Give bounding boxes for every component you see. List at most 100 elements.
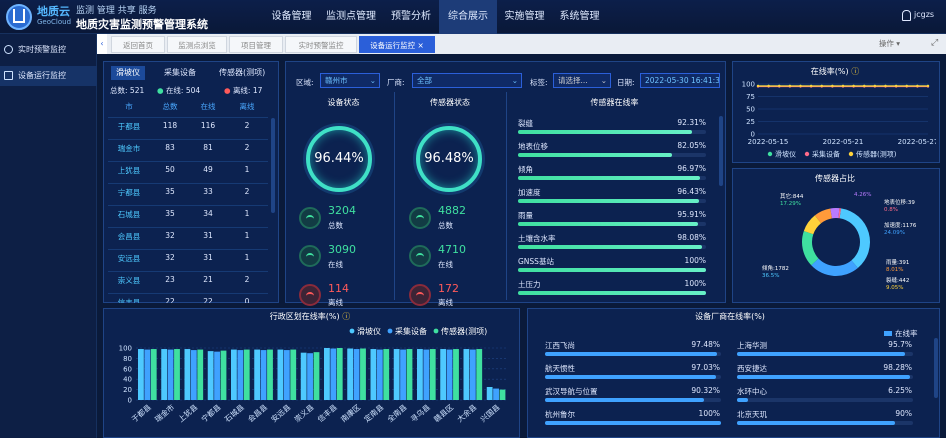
legend-marker bbox=[387, 328, 393, 334]
vendor-name: 水环中心 bbox=[737, 387, 767, 396]
x-tick-label: 定南县 bbox=[362, 402, 386, 424]
device-total-icon bbox=[299, 207, 321, 229]
bar bbox=[197, 349, 204, 400]
subtab-landslide[interactable]: 滑坡仪 bbox=[111, 66, 145, 80]
bar bbox=[360, 348, 366, 400]
subtab-sensor[interactable]: 传感器(测项) bbox=[219, 66, 265, 80]
legend-label: 传感器(测项) bbox=[856, 150, 897, 159]
device-status-pct: 96.44% bbox=[314, 151, 364, 166]
table-cell: 31 bbox=[203, 231, 213, 240]
vendor-name: 航天惯性 bbox=[545, 364, 575, 373]
table-cell: 35 bbox=[165, 209, 175, 218]
sensor-value: 96.43% bbox=[677, 187, 706, 196]
fullscreen-icon[interactable]: ⤢ bbox=[931, 38, 938, 48]
online-rate-chart: 02550751002022-05-15 2022-05-21 2022-05-27… bbox=[742, 81, 936, 159]
table-cell: 33 bbox=[203, 187, 213, 196]
vendor-select[interactable]: 全部 ⌄ bbox=[412, 73, 522, 88]
region-select[interactable]: 赣州市 ⌄ bbox=[320, 73, 380, 88]
vendor-name: 西安捷达 bbox=[737, 364, 767, 373]
sensor-value: 92.31% bbox=[677, 118, 706, 127]
sidebar-item-device-monitor[interactable]: 设备运行监控 bbox=[0, 66, 97, 86]
sensor-bar-fill bbox=[518, 130, 692, 134]
x-tick-label: 全南县 bbox=[385, 402, 409, 424]
x-tick-label: 会昌县 bbox=[245, 402, 269, 424]
sensor-bar-fill bbox=[518, 222, 699, 226]
vendor-bar-track bbox=[545, 421, 721, 425]
nav-system-management[interactable]: 系统管理 bbox=[552, 0, 607, 34]
table-cell: 2 bbox=[244, 143, 250, 152]
nav-monitor-point[interactable]: 监测点管理 bbox=[319, 0, 383, 34]
top-header: 地质云 GeoCloud 监测 管理 共享 服务 地质灾害监测预警管理系统 设备… bbox=[0, 0, 946, 34]
sensor-list-scrollbar[interactable] bbox=[719, 116, 723, 186]
sidebar-item-realtime-warning[interactable]: 实时预警监控 bbox=[0, 40, 97, 60]
x-tick-label: 大余县 bbox=[455, 402, 479, 424]
tab-home[interactable]: 返回首页 bbox=[111, 36, 165, 53]
legend-marker bbox=[349, 328, 355, 334]
sensor-total-value: 4882 bbox=[438, 204, 466, 217]
device-icon bbox=[4, 71, 13, 80]
sensor-name: 雨量 bbox=[518, 211, 533, 220]
vendor-scrollbar[interactable] bbox=[934, 338, 938, 398]
tab-ops-label: 操作 bbox=[878, 39, 894, 48]
table-cell: 116 bbox=[200, 121, 216, 130]
date-input[interactable]: 2022-05-30 16:41:35 bbox=[640, 73, 720, 88]
series-point bbox=[852, 84, 855, 88]
sensor-offline-label: 离线 bbox=[438, 298, 453, 307]
tab-realtime-warning[interactable]: 实时预警监控 bbox=[285, 36, 357, 53]
vendor-value: 100% bbox=[698, 409, 720, 418]
table-cell-county: 安远县 bbox=[117, 254, 141, 263]
district-chart: 0 20 40 60 80 100 于都县 瑞金市 上犹县 宁都县 石城县 会昌县 安远县 崇义县 信丰县南… bbox=[119, 326, 508, 424]
series-point bbox=[873, 84, 877, 88]
sensor-value: 82.05% bbox=[677, 141, 706, 150]
table-cell: 32 bbox=[165, 231, 175, 240]
y-tick-label: 100 bbox=[119, 345, 132, 353]
chevron-left-icon[interactable]: ‹ bbox=[97, 34, 107, 54]
vendor-value: 98.28% bbox=[883, 363, 912, 372]
bar bbox=[376, 349, 383, 400]
x-tick-label: 兴国县 bbox=[479, 402, 502, 424]
tab-device-monitor[interactable]: 设备运行监控 × bbox=[359, 36, 435, 53]
tab-project[interactable]: 项目管理 bbox=[229, 36, 283, 53]
bar bbox=[347, 348, 354, 400]
tag-select[interactable]: 请选择... ⌄ bbox=[553, 73, 611, 88]
row-divider bbox=[108, 249, 268, 250]
table-cell: 1 bbox=[244, 253, 250, 262]
nav-warning-analysis[interactable]: 预警分析 bbox=[383, 0, 439, 34]
tab-bar: ‹ 返回首页 监测点浏览 项目管理 实时预警监控 设备运行监控 × 操作 ▾ ⤢ bbox=[97, 34, 946, 54]
bar bbox=[184, 349, 191, 400]
vendor-bar-fill bbox=[737, 352, 906, 356]
info-icon: ⓘ bbox=[342, 312, 351, 321]
region-label: 区域: bbox=[296, 78, 314, 87]
district-title: 行政区划在线率(%) ⓘ bbox=[269, 312, 351, 321]
bar bbox=[417, 349, 423, 400]
vendor-name: 江西飞尚 bbox=[545, 341, 575, 350]
pie-label-pct: 17.29% bbox=[780, 201, 801, 207]
close-icon[interactable]: × bbox=[415, 41, 424, 50]
row-divider bbox=[108, 117, 268, 118]
divider bbox=[394, 92, 395, 300]
x-tick-label: 于都县 bbox=[130, 402, 153, 424]
sensor-value: 95.91% bbox=[677, 210, 706, 219]
bar bbox=[393, 349, 400, 400]
subtab-collector[interactable]: 采集设备 bbox=[164, 66, 196, 80]
bar bbox=[370, 349, 377, 400]
bar bbox=[190, 350, 197, 400]
tab-monitor-browse[interactable]: 监测点浏览 bbox=[167, 36, 227, 53]
bell-icon[interactable] bbox=[902, 10, 911, 21]
bar bbox=[167, 349, 174, 400]
vendor-legend: 在线率 bbox=[884, 328, 918, 339]
nav-overview[interactable]: 综合展示 bbox=[439, 0, 497, 34]
nav-device-management[interactable]: 设备管理 bbox=[264, 0, 319, 34]
x-tick-label: 寻乌县 bbox=[408, 402, 432, 424]
system-title: 地质灾害监测预警管理系统 bbox=[76, 18, 208, 31]
bar bbox=[486, 387, 493, 400]
nav-implementation[interactable]: 实施管理 bbox=[497, 0, 552, 34]
legend-marker bbox=[767, 151, 773, 157]
pie-label-pct: 4.26% bbox=[854, 192, 871, 198]
table-cell: 34 bbox=[203, 209, 213, 218]
user-name[interactable]: jcgzs bbox=[914, 10, 934, 19]
tab-ops-button[interactable]: 操作 ▾ bbox=[867, 36, 912, 52]
sensor-bar-track bbox=[518, 222, 706, 226]
vendor-bar-track bbox=[737, 352, 913, 356]
table-scrollbar[interactable] bbox=[271, 118, 275, 213]
